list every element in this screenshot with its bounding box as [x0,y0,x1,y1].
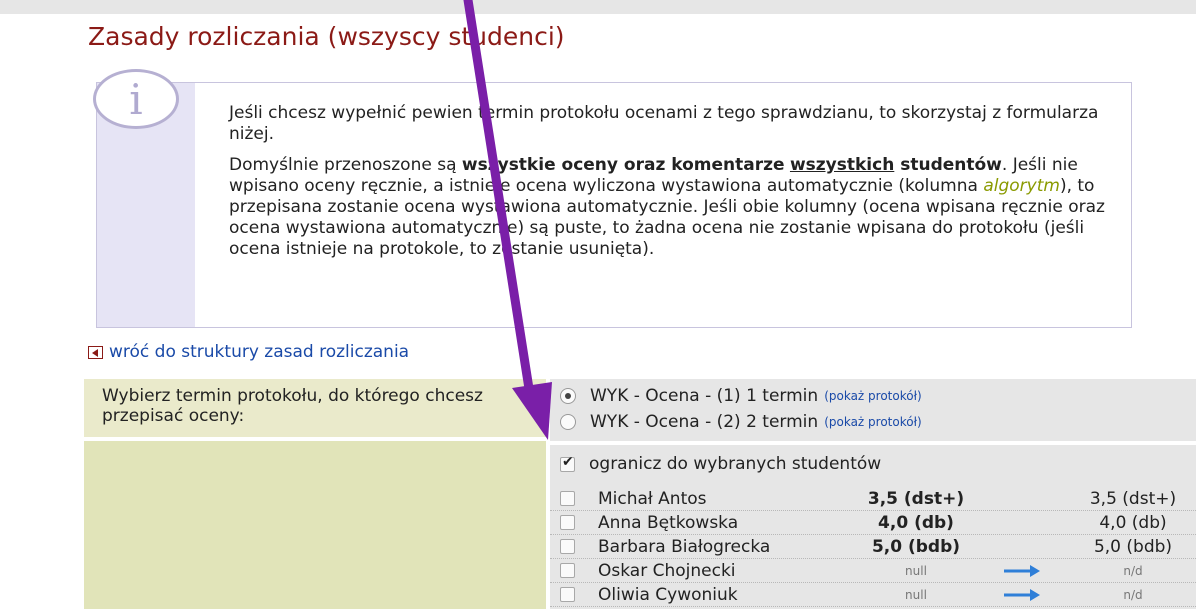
restrict-students-option[interactable]: ogranicz do wybranych studentów [560,453,881,475]
student-checkbox[interactable] [560,563,575,578]
back-arrow-icon [88,345,103,359]
term-radio-2[interactable] [560,414,576,430]
back-link-label[interactable]: wróć do struktury zasad rozliczania [109,342,409,362]
info-bold-part: wszystkie oceny oraz komentarze [461,155,785,175]
student-row: Anna Bętkowska 4,0 (db) 4,0 (db) [550,511,1196,535]
transfer-form: Wybierz termin protokołu, do którego chc… [84,379,1196,609]
student-row: Oliwia Cywoniuk null n/d [550,583,1196,607]
page-title: Zasady rozliczania (wszyscy studenci) [88,22,565,51]
info-bold-part: studentów [894,155,1002,175]
student-checkbox[interactable] [560,539,575,554]
student-final-grade: 3,5 (dst+) [1089,488,1177,509]
student-name: Barbara Białogrecka [598,536,771,557]
student-checkbox[interactable] [560,491,575,506]
student-grade: 5,0 (bdb) [871,536,961,557]
info-text: Jeśli chcesz wypełnić pewien termin prot… [229,103,1109,270]
restrict-students-label: ogranicz do wybranych studentów [589,454,882,474]
transfer-arrow-icon [1004,588,1040,601]
info-paragraph-1: Jeśli chcesz wypełnić pewien termin prot… [229,103,1099,144]
student-checkbox[interactable] [560,587,575,602]
term-label-2: WYK - Ocena - (2) 2 termin [590,412,819,432]
student-name: Oliwia Cywoniuk [598,584,738,605]
student-final-grade: 4,0 (db) [1099,512,1167,533]
info-algorithm-term: algorytm [983,176,1060,196]
student-grade: 4,0 (db) [878,512,954,533]
student-grade: 3,5 (dst+) [867,488,965,509]
student-row: Barbara Białogrecka 5,0 (bdb) 5,0 (bdb) [550,535,1196,559]
student-final-grade: 5,0 (bdb) [1093,536,1173,557]
term-option-1[interactable]: WYK - Ocena - (1) 1 termin (pokaż protok… [560,385,922,407]
restrict-students-checkbox[interactable] [560,454,575,472]
student-name: Anna Bętkowska [598,512,739,533]
student-grade: null [905,587,927,602]
divider [550,441,1196,445]
student-list: Michał Antos 3,5 (dst+) 3,5 (dst+) Anna … [550,487,1196,607]
info-box: i Jeśli chcesz wypełnić pewien termin pr… [93,69,1132,328]
student-row: Oskar Chojnecki null n/d [550,559,1196,583]
student-final-grade: n/d [1123,563,1143,578]
info-underlined-part: wszystkich [789,155,895,175]
transfer-arrow-icon [1004,564,1040,577]
student-name: Oskar Chojnecki [598,560,736,581]
term-option-2[interactable]: WYK - Ocena - (2) 2 termin (pokaż protok… [560,411,922,433]
student-final-grade: n/d [1123,587,1143,602]
show-protocol-link-1[interactable]: (pokaż protokół) [824,389,921,403]
back-link[interactable]: wróć do struktury zasad rozliczania [88,342,409,362]
student-name: Michał Antos [598,488,707,509]
term-prompt: Wybierz termin protokołu, do którego chc… [84,379,546,437]
top-bar [0,0,1196,14]
term-radio-1[interactable] [560,388,576,404]
student-row: Michał Antos 3,5 (dst+) 3,5 (dst+) [550,487,1196,511]
info-paragraph-2: Domyślnie przenoszone są wszystkie oceny… [229,155,1109,260]
info-text-part: Domyślnie przenoszone są [229,155,462,175]
info-icon: i [93,69,179,129]
form-left-panel [84,441,546,609]
term-label-1: WYK - Ocena - (1) 1 termin [590,386,819,406]
student-checkbox[interactable] [560,515,575,530]
show-protocol-link-2[interactable]: (pokaż protokół) [824,415,921,429]
form-right-panel: WYK - Ocena - (1) 1 termin (pokaż protok… [550,379,1196,609]
student-grade: null [905,563,927,578]
